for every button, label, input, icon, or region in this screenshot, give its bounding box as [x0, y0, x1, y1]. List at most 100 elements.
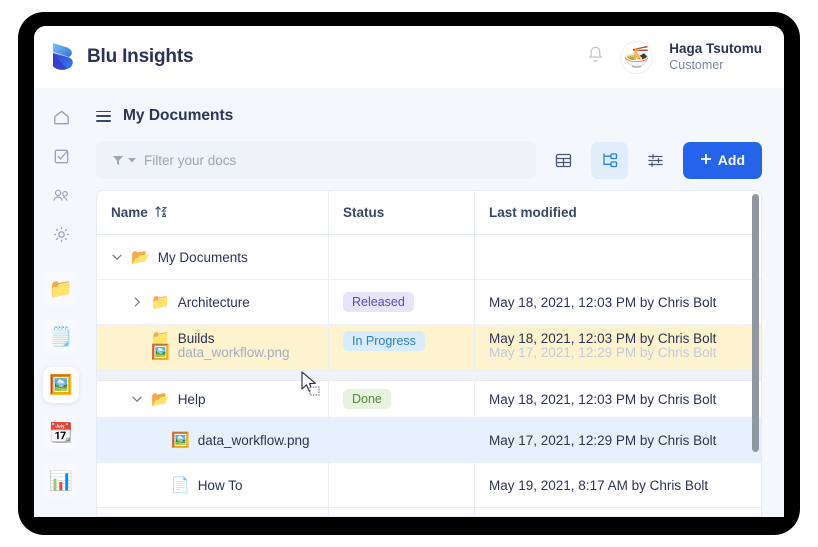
sidebar-item-tasks[interactable] — [44, 139, 78, 173]
row-name-cell: 📁 Builds — [97, 325, 329, 370]
hamburger-icon[interactable] — [96, 110, 111, 122]
chevron-down-icon[interactable] — [111, 252, 123, 262]
sidebar: 📁 🗒️ 🖼️ 📆 📊 — [34, 88, 88, 517]
row-name-label: Help — [177, 391, 206, 407]
page-title: My Documents — [123, 107, 234, 124]
brand-name: Blu Insights — [87, 46, 194, 67]
sidebar-tile-documents[interactable]: 🖼️ — [43, 367, 79, 403]
row-modified-label: May 18, 2021, 12:03 PM by Chris Bolt — [489, 294, 717, 310]
table-header: Name Status Last modified — [97, 191, 761, 235]
avatar[interactable]: 🍜 — [620, 40, 654, 74]
row-name-cell: 📁 Architecture — [97, 280, 329, 324]
bell-icon[interactable] — [587, 45, 604, 69]
row-status-cell — [329, 418, 475, 462]
row-modified-cell: May 18, 2021, 12:03 PM by Chris Bolt — [475, 325, 761, 370]
row-name-label: How To — [197, 477, 243, 493]
row-modified-label: May 17, 2021, 12:29 PM by Chris Bolt — [489, 432, 717, 448]
row-modified-cell: May 18, 2021, 12:03 PM by Chris Bolt — [475, 381, 761, 417]
row-modified-label: May 18, 2021, 12:03 PM by Chris Bolt — [489, 391, 717, 407]
ramen-bowl-avatar-icon: 🍜 — [623, 45, 650, 69]
add-button[interactable]: Add — [682, 141, 762, 179]
sidebar-tile-calendar[interactable]: 📆 — [43, 415, 79, 451]
page-title-row: My Documents — [96, 100, 762, 132]
column-header-name[interactable]: Name — [97, 191, 329, 234]
document-file-icon: 📄 — [171, 476, 190, 494]
folder-icon: 📁 — [49, 278, 73, 300]
chevron-down-icon[interactable] — [131, 394, 143, 404]
row-status-cell — [329, 235, 475, 279]
app-body: 📁 🗒️ 🖼️ 📆 📊 My Documents Filter your doc… — [34, 88, 784, 517]
table-row-drop-target[interactable]: 📁 Builds In Progress May 18, 2021, 12:03… — [97, 325, 761, 371]
sidebar-tile-files[interactable]: 📁 — [43, 271, 79, 307]
row-name-label: Architecture — [177, 294, 250, 310]
funnel-icon[interactable] — [112, 154, 136, 166]
row-modified-label: May 19, 2021, 8:17 AM by Chris Bolt — [489, 477, 709, 493]
column-header-modified[interactable]: Last modified — [475, 191, 761, 234]
column-header-status-label: Status — [343, 205, 385, 220]
table-row[interactable]: 📂 My Documents — [97, 235, 761, 280]
calendar-icon: 📆 — [49, 422, 73, 444]
plus-icon — [700, 152, 712, 168]
table-row[interactable]: 📂 Help Done May 18, 2021, 12:03 PM by Ch… — [97, 381, 761, 418]
vertical-scrollbar[interactable] — [752, 194, 759, 452]
status-badge: Done — [343, 389, 391, 409]
folder-open-icon: 📂 — [151, 390, 170, 408]
tree-view-button[interactable] — [590, 141, 628, 179]
table-row[interactable]: 📄 How To May 19, 2021, 8:17 AM by Chris … — [97, 463, 761, 508]
row-modified-cell: May 18, 2021, 12:03 PM by Chris Bolt — [475, 508, 761, 516]
device-frame: Blu Insights 🍜 Haga Tsutomu Customer 📁 🗒… — [18, 12, 800, 535]
row-name-cell: 🖼️ data_workflow.png — [97, 418, 329, 462]
column-header-status[interactable]: Status — [329, 191, 475, 234]
row-modified-cell: May 19, 2021, 8:17 AM by Chris Bolt — [475, 463, 761, 507]
column-header-modified-label: Last modified — [489, 205, 577, 220]
sidebar-tile-notes[interactable]: 🗒️ — [43, 319, 79, 355]
blu-insights-logo-icon — [50, 42, 76, 72]
row-status-cell: Released — [329, 280, 475, 324]
status-badge: Released — [343, 292, 414, 312]
filter-placeholder: Filter your docs — [144, 152, 237, 168]
table-view-button[interactable] — [545, 142, 582, 179]
image-icon: 🖼️ — [49, 374, 73, 396]
status-badge: In Progress — [343, 331, 425, 351]
row-status-cell: Done — [329, 381, 475, 417]
folder-icon: 📁 — [151, 293, 170, 311]
notes-icon: 🗒️ — [49, 326, 73, 348]
filter-input[interactable]: Filter your docs — [96, 141, 536, 179]
sidebar-item-home[interactable] — [44, 100, 78, 134]
table-row-selected[interactable]: 🖼️ data_workflow.png May 17, 2021, 12:29… — [97, 418, 761, 463]
row-name-cell: 📁 Issues documentation — [97, 508, 329, 516]
row-modified-cell — [475, 235, 761, 279]
row-modified-label: May 18, 2021, 12:03 PM by Chris Bolt — [489, 331, 717, 346]
row-name-label: My Documents — [157, 249, 248, 265]
app-window: Blu Insights 🍜 Haga Tsutomu Customer 📁 🗒… — [34, 26, 784, 517]
user-block[interactable]: Haga Tsutomu Customer — [669, 41, 762, 74]
chevron-down-icon — [128, 158, 136, 163]
row-status-cell — [329, 463, 475, 507]
app-header: Blu Insights 🍜 Haga Tsutomu Customer — [34, 26, 784, 88]
row-status-cell: In Progress — [329, 325, 475, 370]
header-right: 🍜 Haga Tsutomu Customer — [587, 40, 762, 74]
add-button-label: Add — [717, 152, 745, 168]
table-row[interactable]: 📁 Issues documentation Documentation May… — [97, 508, 761, 516]
row-name-cell: 📄 How To — [97, 463, 329, 507]
row-status-cell: Documentation — [329, 508, 475, 516]
row-modified-cell: May 17, 2021, 12:29 PM by Chris Bolt — [475, 418, 761, 462]
chevron-right-icon[interactable] — [131, 297, 143, 307]
folder-icon: 📁 — [151, 330, 170, 347]
table-row[interactable]: 📁 Architecture Released May 18, 2021, 12… — [97, 280, 761, 325]
sidebar-tile-reports[interactable]: 📊 — [43, 463, 79, 499]
row-modified-cell: May 18, 2021, 12:03 PM by Chris Bolt — [475, 280, 761, 324]
user-role: Customer — [669, 57, 724, 72]
row-name-label: data_workflow.png — [197, 432, 310, 448]
folder-open-icon: 📂 — [131, 248, 150, 266]
view-settings-button[interactable] — [637, 142, 674, 179]
user-name: Haga Tsutomu — [669, 40, 762, 56]
sort-az-icon[interactable] — [155, 205, 167, 221]
chart-icon: 📊 — [49, 470, 73, 492]
sidebar-item-settings[interactable] — [44, 217, 78, 251]
brand[interactable]: Blu Insights — [50, 42, 194, 72]
row-name-cell: 📂 Help — [97, 381, 329, 417]
toolbar: Filter your docs Add — [96, 141, 762, 179]
sidebar-item-users[interactable] — [44, 178, 78, 212]
documents-table: Name Status Last modified 📂 My Documents… — [96, 190, 762, 517]
